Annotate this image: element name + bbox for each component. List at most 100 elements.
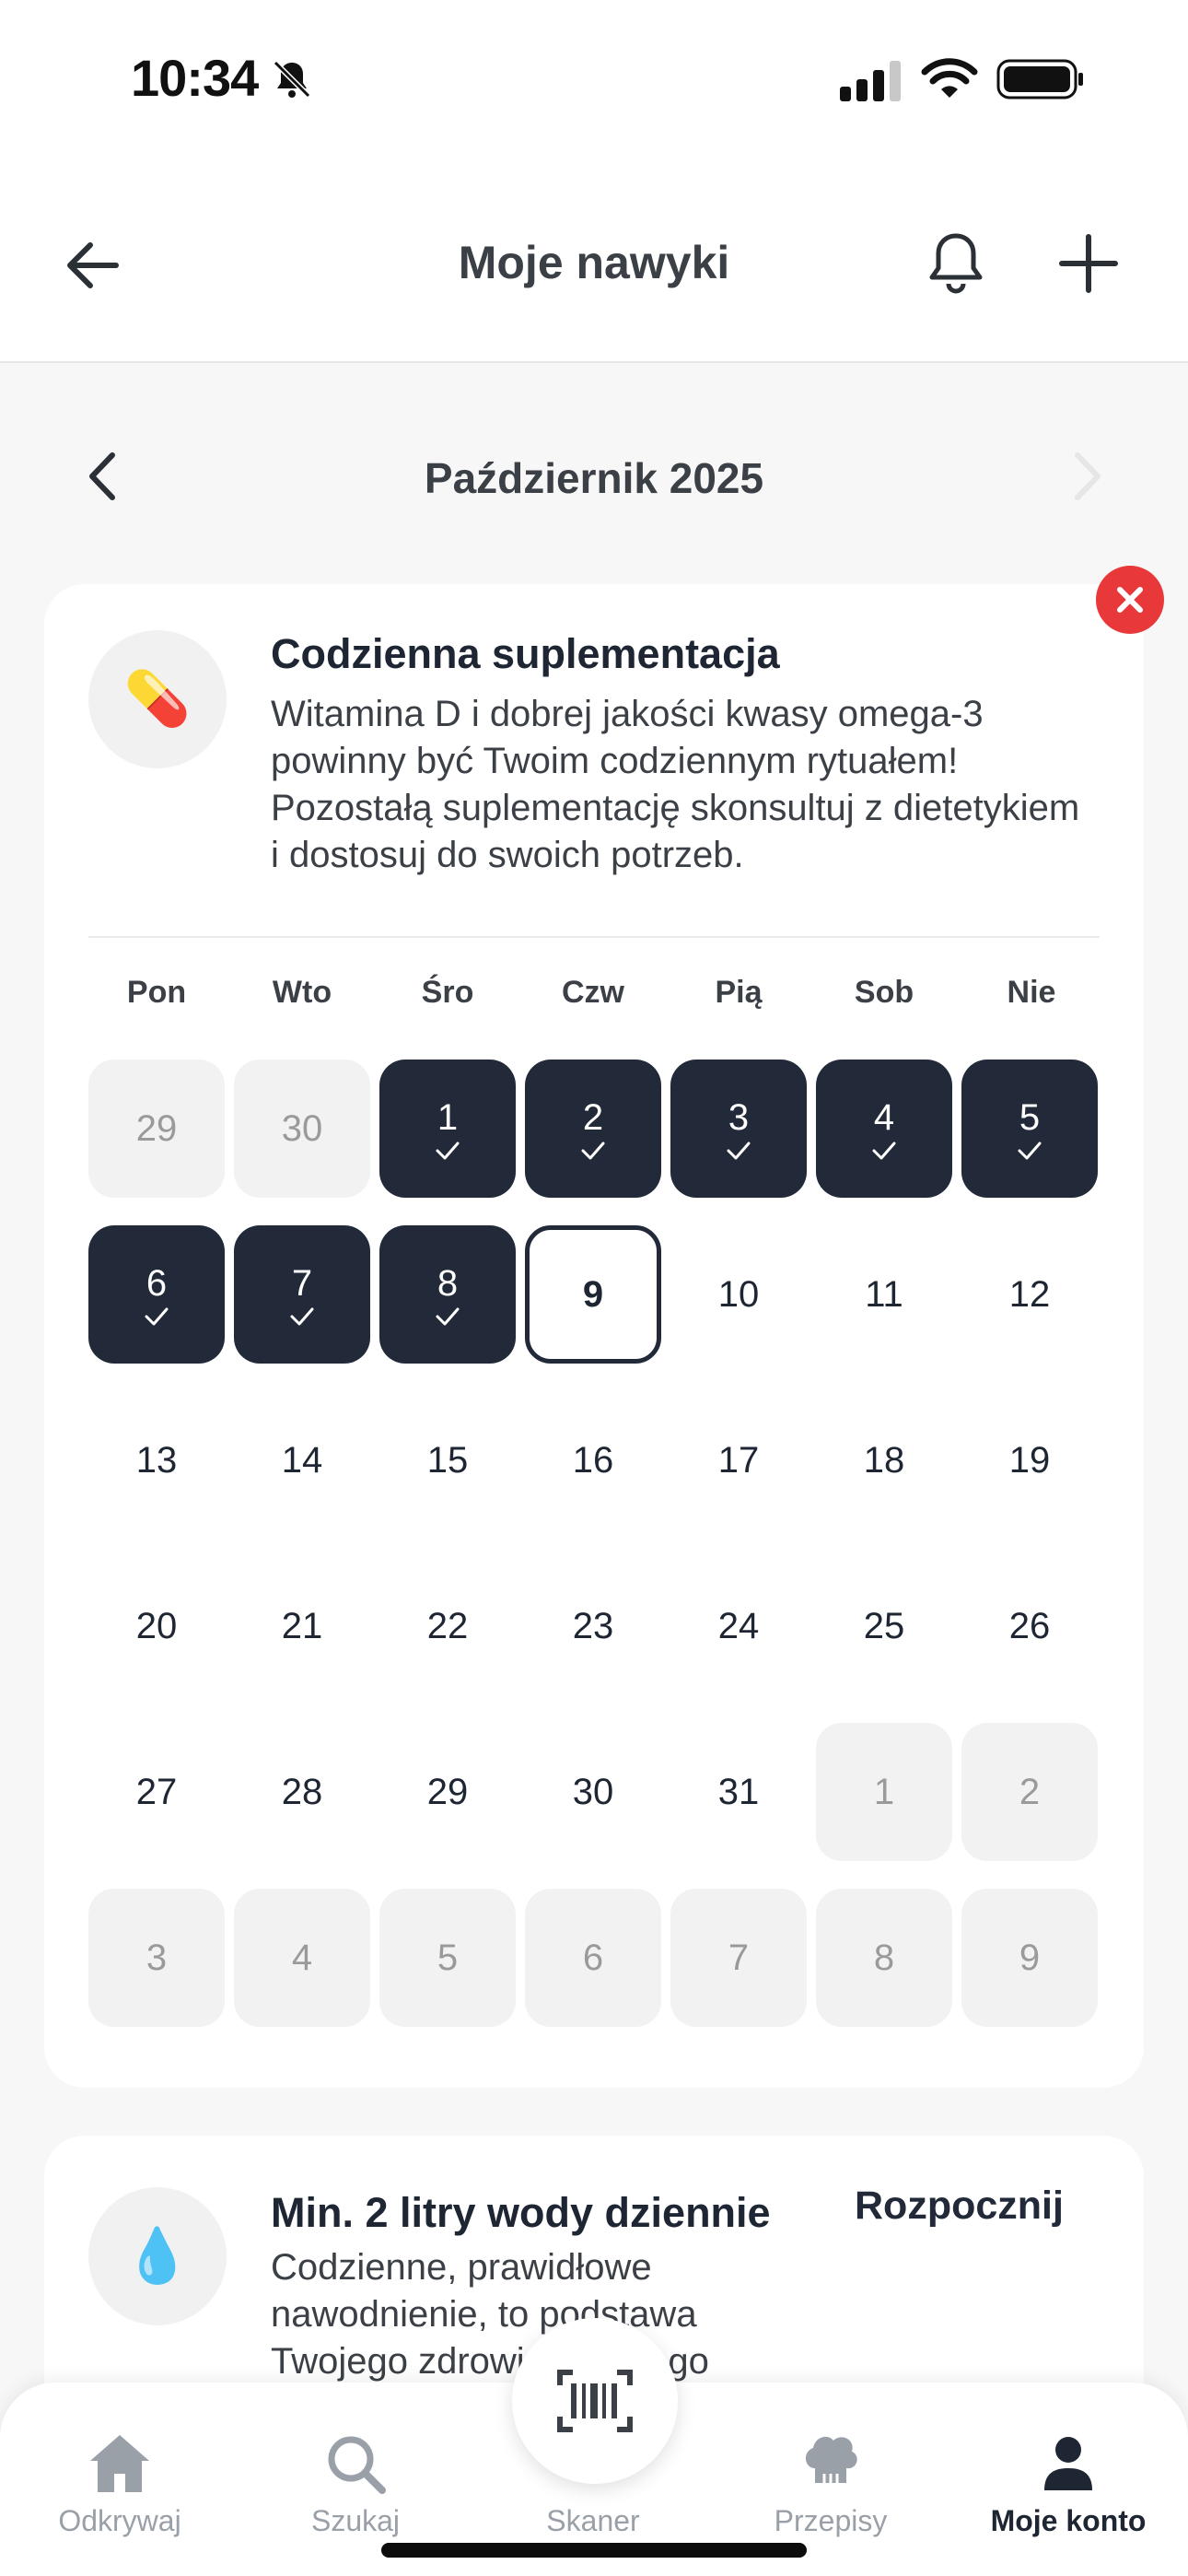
tab-label: Odkrywaj [58,2504,181,2537]
day-number: 30 [281,1107,323,1149]
calendar-day[interactable]: 7 [670,1889,807,2027]
calendar-day[interactable]: 16 [525,1391,661,1529]
weekday-label: Nie [1007,975,1056,1010]
day-number: 23 [572,1605,614,1646]
day-number: 29 [426,1771,469,1812]
day-number: 22 [426,1605,469,1646]
wifi-icon [921,58,978,98]
calendar-day[interactable]: 25 [816,1557,952,1695]
weekday-label: Pią [715,975,763,1010]
calendar-day[interactable]: 21 [234,1557,370,1695]
calendar-day[interactable]: 30 [525,1723,661,1861]
day-number: 6 [582,1937,604,1978]
calendar-day[interactable]: 8 [379,1225,516,1364]
day-number: 7 [728,1937,750,1978]
calendar-day[interactable]: 31 [670,1723,807,1861]
calendar-day[interactable]: 8 [816,1889,952,2027]
calendar-day[interactable]: 27 [88,1723,225,1861]
calendar-day[interactable]: 4 [234,1889,370,2027]
habit-title: Min. 2 litry wody dziennie [271,2189,771,2236]
calendar-day[interactable]: 4 [816,1060,952,1198]
calendar-day[interactable]: 2 [961,1723,1098,1861]
tab-recipes[interactable]: Przepisy [720,2427,941,2538]
day-number: 28 [281,1771,323,1812]
calendar-day[interactable]: 14 [234,1391,370,1529]
calendar-day[interactable]: 1 [379,1060,516,1198]
calendar-day[interactable]: 3 [88,1889,225,2027]
start-habit-button[interactable]: Rozpocznij [855,2184,1064,2244]
status-bar: 10:34 [0,0,1188,166]
tab-my-account[interactable]: Moje konto [958,2427,1179,2538]
day-number: 2 [582,1096,604,1138]
calendar-day[interactable]: 5 [961,1060,1098,1198]
calendar-day[interactable]: 20 [88,1557,225,1695]
calendar-day[interactable]: 29 [379,1723,516,1861]
tab-label: Moje konto [990,2504,1147,2537]
remove-habit-button[interactable] [1096,566,1164,634]
day-number: 9 [582,1273,604,1315]
user-icon [1044,2437,1092,2490]
water-drop-icon: 💧 [88,2187,227,2325]
day-number: 16 [572,1439,614,1481]
close-icon [1117,587,1143,613]
top-header: Moje nawyki [0,166,1188,363]
calendar-day[interactable]: 9 [525,1225,661,1364]
calendar-day[interactable]: 28 [234,1723,370,1861]
scanner-button[interactable] [512,2318,678,2484]
calendar-day[interactable]: 11 [816,1225,952,1364]
checkmark-icon [145,1307,169,1325]
calendar-day[interactable]: 22 [379,1557,516,1695]
day-number: 3 [146,1937,168,1978]
day-number: 29 [135,1107,178,1149]
add-habit-button[interactable] [1052,227,1125,300]
calendar-day[interactable]: 18 [816,1391,952,1529]
calendar-day[interactable]: 30 [234,1060,370,1198]
calendar-day[interactable]: 5 [379,1889,516,2027]
weekday-label: Czw [562,975,624,1010]
checkmark-icon [872,1142,896,1159]
month-navigation: Październik 2025 [0,424,1188,529]
calendar-day[interactable]: 7 [234,1225,370,1364]
calendar-day[interactable]: 23 [525,1557,661,1695]
day-number: 3 [728,1096,750,1138]
calendar-day[interactable]: 24 [670,1557,807,1695]
home-indicator [381,2543,807,2558]
day-number: 1 [437,1096,459,1138]
calendar-day[interactable]: 29 [88,1060,225,1198]
search-icon [328,2436,386,2494]
calendar-day[interactable]: 15 [379,1391,516,1529]
day-number: 19 [1008,1439,1051,1481]
calendar-day[interactable]: 2 [525,1060,661,1198]
day-number: 30 [572,1771,614,1812]
calendar-day[interactable]: 6 [525,1889,661,2027]
tab-discover[interactable]: Odkrywaj [9,2427,230,2538]
next-month-button[interactable] [1059,448,1116,505]
checkmark-icon [436,1307,460,1325]
day-number: 8 [437,1262,459,1304]
plus-icon [1059,234,1118,293]
day-number: 5 [1019,1096,1041,1138]
calendar-day[interactable]: 19 [961,1391,1098,1529]
day-number: 24 [717,1605,760,1646]
day-number: 5 [437,1937,459,1978]
habit-title: Codzienna suplementacja [271,630,780,677]
notifications-button[interactable] [921,227,991,300]
day-number: 4 [291,1937,313,1978]
calendar-day[interactable]: 1 [816,1723,952,1861]
month-label: Październik 2025 [424,454,764,502]
calendar-day[interactable]: 3 [670,1060,807,1198]
calendar-day[interactable]: 6 [88,1225,225,1364]
calendar-day[interactable]: 12 [961,1225,1098,1364]
calendar-day[interactable]: 17 [670,1391,807,1529]
day-number: 4 [873,1096,895,1138]
tab-search[interactable]: Szukaj [245,2427,466,2538]
bell-muted-icon [273,60,311,99]
habit-card-supplementation[interactable]: 💊 Codzienna suplementacja Witamina D i d… [44,584,1144,2088]
day-number: 12 [1008,1273,1051,1315]
day-number: 2 [1019,1771,1041,1812]
day-number: 31 [717,1771,760,1812]
calendar-day[interactable]: 10 [670,1225,807,1364]
calendar-day[interactable]: 9 [961,1889,1098,2027]
calendar-day[interactable]: 26 [961,1557,1098,1695]
calendar-day[interactable]: 13 [88,1391,225,1529]
